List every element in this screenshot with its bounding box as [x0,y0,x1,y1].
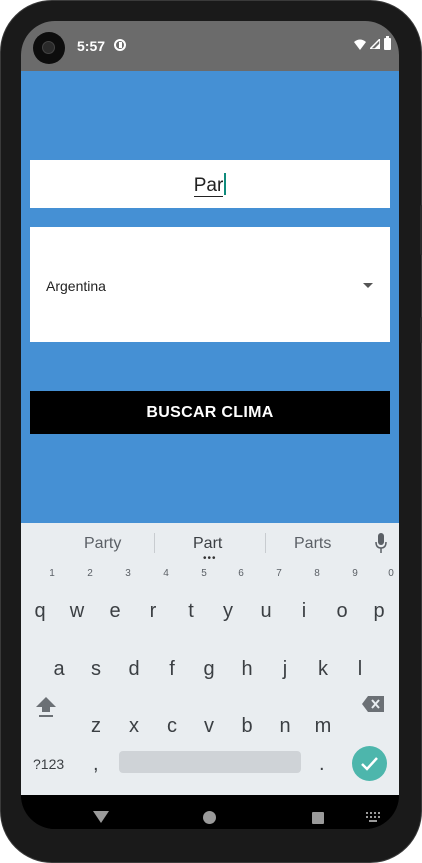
key-n[interactable]: n [269,715,301,738]
backspace-icon[interactable] [361,695,385,713]
number-hint: 4 [163,568,169,579]
country-select[interactable]: Argentina [30,227,390,342]
key-k[interactable]: k [307,658,339,681]
key-e[interactable]: e [99,600,131,623]
app-content: Par Argentina BUSCAR CLIMA [21,71,399,523]
battery-icon [384,36,391,50]
number-hint: 8 [314,568,320,579]
suggestion-divider [265,533,266,553]
key-w[interactable]: w [61,600,93,623]
key-g[interactable]: g [193,658,225,681]
signal-icon [370,39,380,49]
symbols-key[interactable]: ?123 [33,756,64,772]
status-icons [354,36,391,50]
text-cursor [224,173,227,195]
key-l[interactable]: l [344,658,376,681]
key-y[interactable]: y [212,600,244,623]
status-time: 5:57 [77,38,106,54]
key-c[interactable]: c [156,715,188,738]
key-t[interactable]: t [175,600,207,623]
screen: 5:57 Par Argentina BUSCAR CLIMA Party Pa… [21,21,399,829]
number-hint: 0 [388,568,394,579]
key-z[interactable]: z [80,715,112,738]
key-j[interactable]: j [269,658,301,681]
suggestion-item[interactable]: Parts [294,535,331,553]
checkmark-icon [361,757,378,771]
key-b[interactable]: b [231,715,263,738]
wifi-icon [354,39,366,50]
key-h[interactable]: h [231,658,263,681]
microphone-icon[interactable] [375,533,387,555]
key-s[interactable]: s [80,658,112,681]
key-a[interactable]: a [43,658,75,681]
search-weather-button[interactable]: BUSCAR CLIMA [30,391,390,434]
key-m[interactable]: m [307,715,339,738]
camera-cutout [33,32,65,64]
more-suggestions-icon[interactable]: ••• [203,554,217,564]
keyboard-switch-icon[interactable] [366,812,380,822]
phone-frame: 5:57 Par Argentina BUSCAR CLIMA Party Pa… [0,0,422,863]
key-r[interactable]: r [137,600,169,623]
number-hint: 1 [49,568,55,579]
key-comma[interactable]: , [93,753,99,776]
dnd-icon [114,39,126,51]
city-input[interactable]: Par [30,160,390,208]
key-f[interactable]: f [156,658,188,681]
dropdown-arrow-icon [363,283,373,288]
key-d[interactable]: d [118,658,150,681]
recents-icon[interactable] [312,812,324,824]
key-i[interactable]: i [288,600,320,623]
status-bar: 5:57 [21,21,399,71]
key-p[interactable]: p [363,600,395,623]
key-x[interactable]: x [118,715,150,738]
city-input-text-wrap: Par [30,173,390,197]
navigation-bar [21,795,399,829]
home-icon[interactable] [203,811,216,824]
suggestion-item[interactable]: Party [84,535,121,553]
number-hint: 3 [125,568,131,579]
number-hint: 2 [87,568,93,579]
key-u[interactable]: u [250,600,282,623]
suggestion-divider [154,533,155,553]
key-v[interactable]: v [193,715,225,738]
suggestion-item[interactable]: Part [193,535,222,553]
suggestion-strip: Party Part ••• Parts [21,523,399,564]
number-hint: 5 [201,568,207,579]
number-hint: 9 [352,568,358,579]
key-q[interactable]: q [24,600,56,623]
key-period[interactable]: . [319,753,325,776]
back-icon[interactable] [93,811,109,823]
city-input-value: Par [193,175,224,197]
enter-button[interactable] [352,746,387,781]
keyboard: Party Part ••• Parts 1 2 3 4 5 6 7 8 9 0… [21,523,399,795]
number-hint: 7 [276,568,282,579]
number-hint: 6 [238,568,244,579]
country-select-value: Argentina [46,278,106,294]
space-bar[interactable] [119,751,301,773]
key-o[interactable]: o [326,600,358,623]
shift-icon[interactable] [35,695,57,717]
